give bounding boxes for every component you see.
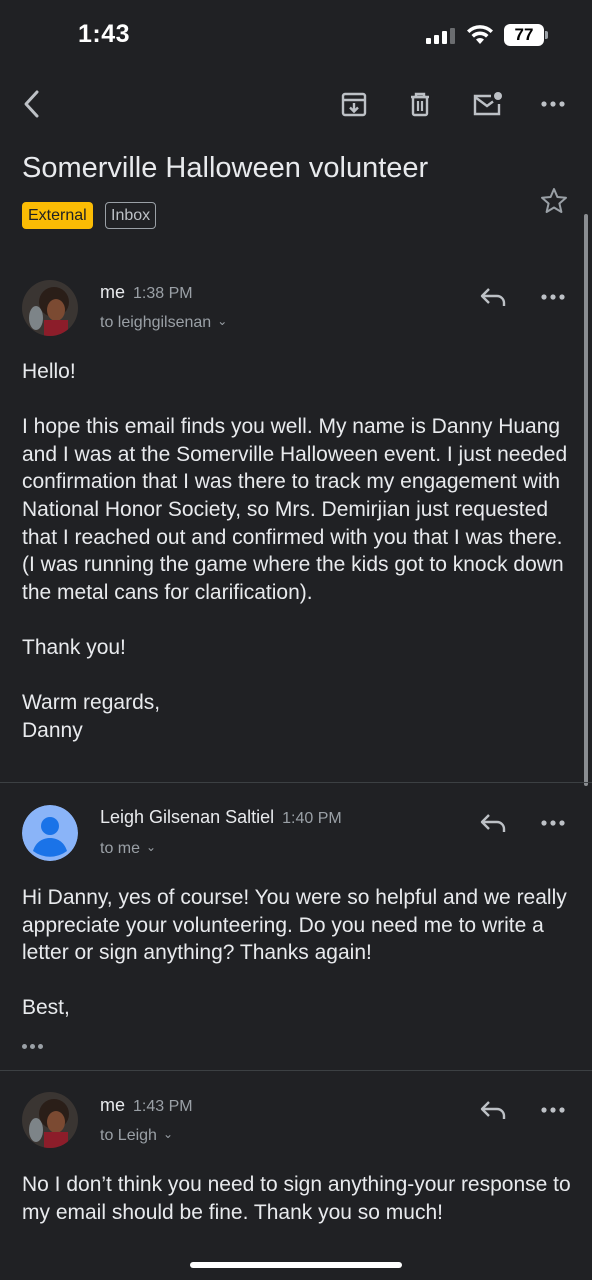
body-line: Best, <box>22 996 70 1020</box>
reply-icon[interactable] <box>476 1095 510 1125</box>
body-line: Warm regards, <box>22 691 161 715</box>
body-paragraph: Hi Danny, yes of course! You were so hel… <box>22 886 567 965</box>
more-horizontal-icon[interactable] <box>535 86 571 122</box>
reply-icon[interactable] <box>476 808 510 838</box>
default-avatar-icon[interactable] <box>22 805 78 861</box>
message-more-icon[interactable] <box>536 808 570 838</box>
wifi-icon <box>467 25 493 44</box>
email-subject: Somerville Halloween volunteer <box>22 152 429 184</box>
recipient-text: to Leigh <box>100 1127 157 1144</box>
reply-icon[interactable] <box>476 282 510 312</box>
body-paragraph: No I don’t think you need to sign anythi… <box>22 1173 571 1224</box>
message-divider <box>0 782 592 783</box>
message-time: 1:43 PM <box>133 1098 193 1115</box>
message-body: Hello! I hope this email finds you well.… <box>22 358 572 744</box>
sender-name: me 1:38 PM <box>100 282 193 303</box>
status-bar: 1:43 77 <box>0 0 592 70</box>
body-line: Thank you! <box>22 635 126 659</box>
status-time: 1:43 <box>78 20 131 48</box>
sender-name: me 1:43 PM <box>100 1095 193 1116</box>
body-line: Hello! <box>22 360 76 383</box>
sender-name-text: me <box>100 1095 126 1115</box>
recipient-text: to leighgilsenan <box>100 314 212 331</box>
home-indicator[interactable] <box>190 1262 402 1268</box>
back-arrow-icon[interactable] <box>14 86 50 122</box>
avatar[interactable] <box>22 280 78 336</box>
recipient-details[interactable]: to me ⌄ <box>100 840 156 858</box>
battery-cap <box>545 31 548 39</box>
sender-name: Leigh Gilsenan Saltiel 1:40 PM <box>100 807 342 828</box>
sender-name-text: me <box>100 282 126 302</box>
cellular-signal-icon <box>426 28 456 44</box>
sender-name-text: Leigh Gilsenan Saltiel <box>100 807 275 827</box>
message-body: Hi Danny, yes of course! You were so hel… <box>22 884 572 1022</box>
label-inbox[interactable]: Inbox <box>105 202 157 229</box>
message-body: No I don’t think you need to sign anythi… <box>22 1171 572 1226</box>
scrollbar[interactable] <box>584 214 588 786</box>
chevron-down-icon: ⌄ <box>217 314 228 328</box>
message-time: 1:38 PM <box>133 285 193 302</box>
archive-icon[interactable] <box>336 86 372 122</box>
message-time: 1:40 PM <box>282 810 342 827</box>
recipient-details[interactable]: to leighgilsenan ⌄ <box>100 314 227 332</box>
battery-level: 77 <box>504 24 544 46</box>
message-divider <box>0 1070 592 1071</box>
toolbar <box>0 82 592 126</box>
label-external[interactable]: External <box>22 202 93 229</box>
avatar[interactable] <box>22 1092 78 1148</box>
body-paragraph: I hope this email finds you well. My nam… <box>22 415 568 604</box>
mark-unread-icon[interactable] <box>469 86 505 122</box>
recipient-details[interactable]: to Leigh ⌄ <box>100 1127 173 1145</box>
chevron-down-icon: ⌄ <box>162 1127 173 1141</box>
chevron-down-icon: ⌄ <box>146 840 157 854</box>
recipient-text: to me <box>100 840 141 857</box>
star-outline-icon[interactable] <box>539 186 569 216</box>
body-line: Danny <box>22 718 83 742</box>
message-more-icon[interactable] <box>536 1095 570 1125</box>
show-trimmed-content-button[interactable] <box>22 1039 50 1053</box>
trash-icon[interactable] <box>402 86 438 122</box>
message-more-icon[interactable] <box>536 282 570 312</box>
